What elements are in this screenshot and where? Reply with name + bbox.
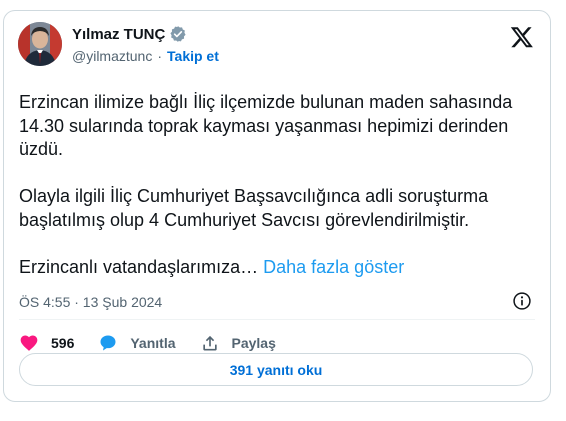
tweet-header: Yılmaz TUNÇ @yilmaztunc · Takip et	[18, 21, 536, 69]
tweet-text: Erzincan ilimize bağlı İliç ilçemizde bu…	[19, 91, 539, 279]
tweet-timestamp[interactable]: ÖS 4:55 · 13 Şub 2024	[19, 294, 162, 310]
author-name[interactable]: Yılmaz TUNÇ	[72, 26, 165, 43]
heart-icon	[20, 335, 38, 351]
truncated-text: Erzincanlı vatandaşlarımıza…	[19, 256, 259, 277]
read-replies-button[interactable]: 391 yanıtı oku	[19, 353, 533, 386]
tweet-paragraph: Erzincan ilimize bağlı İliç ilçemizde bu…	[19, 92, 513, 159]
info-icon[interactable]	[512, 291, 532, 311]
reply-button[interactable]: Yanıtla	[98, 333, 176, 353]
avatar[interactable]	[18, 22, 62, 66]
share-upload-icon	[202, 335, 217, 351]
show-more-link[interactable]: Daha fazla göster	[263, 257, 404, 277]
author-handle[interactable]: @yilmaztunc	[72, 48, 152, 64]
avatar-image	[18, 22, 62, 66]
like-count: 596	[51, 335, 75, 351]
follow-button[interactable]: Takip et	[167, 48, 219, 64]
verified-badge-icon	[169, 25, 187, 43]
separator-dot: ·	[157, 48, 163, 64]
share-button[interactable]: Paylaş	[200, 333, 276, 353]
x-logo-icon[interactable]	[510, 25, 534, 49]
author-identity: Yılmaz TUNÇ @yilmaztunc · Takip et	[72, 23, 476, 66]
tweet-paragraph: Olayla ilgili İliç Cumhuriyet Başsavcılı…	[19, 186, 489, 230]
like-button[interactable]: 596	[19, 333, 74, 353]
share-label: Paylaş	[231, 335, 276, 351]
name-line: Yılmaz TUNÇ	[72, 23, 476, 45]
handle-line: @yilmaztunc · Takip et	[72, 46, 476, 66]
tweet-card: Yılmaz TUNÇ @yilmaztunc · Takip et Erzin…	[3, 10, 551, 402]
tweet-paragraph-truncated: Erzincanlı vatandaşlarımıza… Daha fazla …	[19, 256, 539, 280]
reply-label: Yanıtla	[130, 335, 176, 351]
divider	[19, 319, 535, 320]
speech-bubble-icon	[100, 335, 116, 351]
